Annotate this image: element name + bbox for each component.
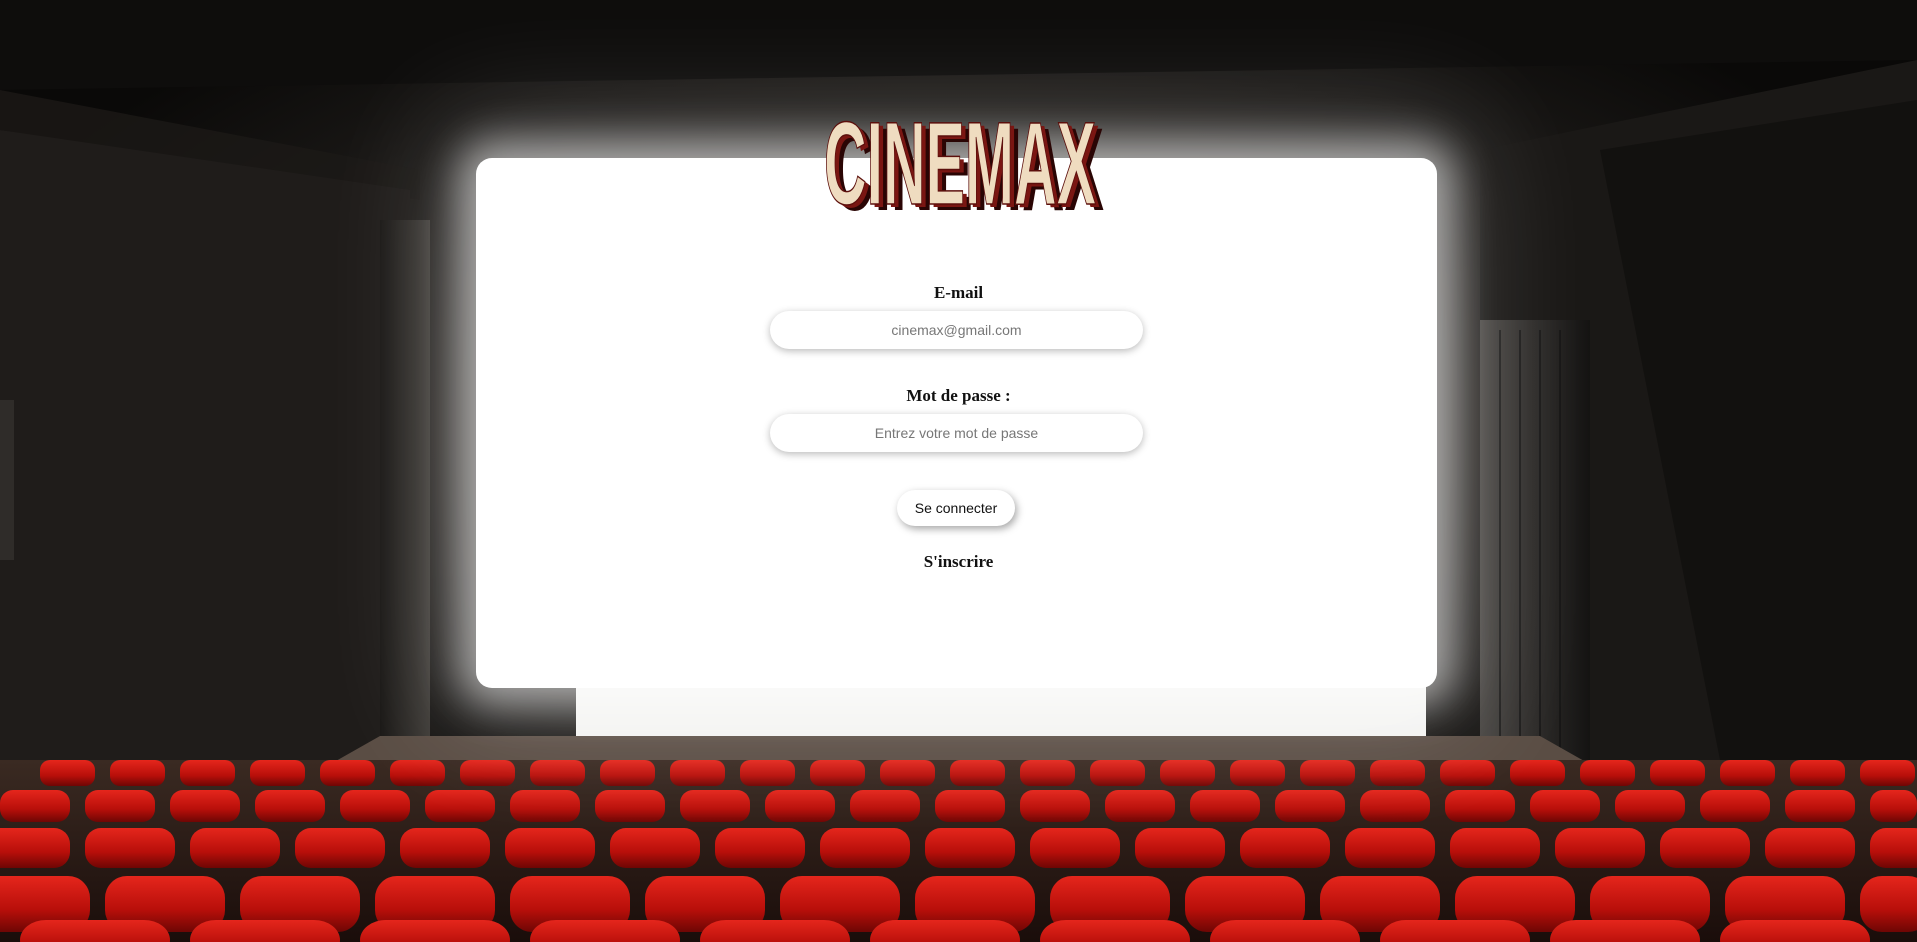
password-label: Mot de passe : (906, 386, 1011, 405)
cinemax-logo: CINEMAX CINEMAX CINEMAX (823, 97, 1104, 232)
email-input[interactable] (770, 311, 1143, 349)
password-input[interactable] (770, 414, 1143, 452)
email-label: E-mail (933, 283, 984, 302)
svg-text:CINEMAX: CINEMAX (824, 98, 1096, 230)
signup-link[interactable]: S'inscrire (0, 552, 1917, 572)
login-button[interactable]: Se connecter (897, 490, 1015, 526)
